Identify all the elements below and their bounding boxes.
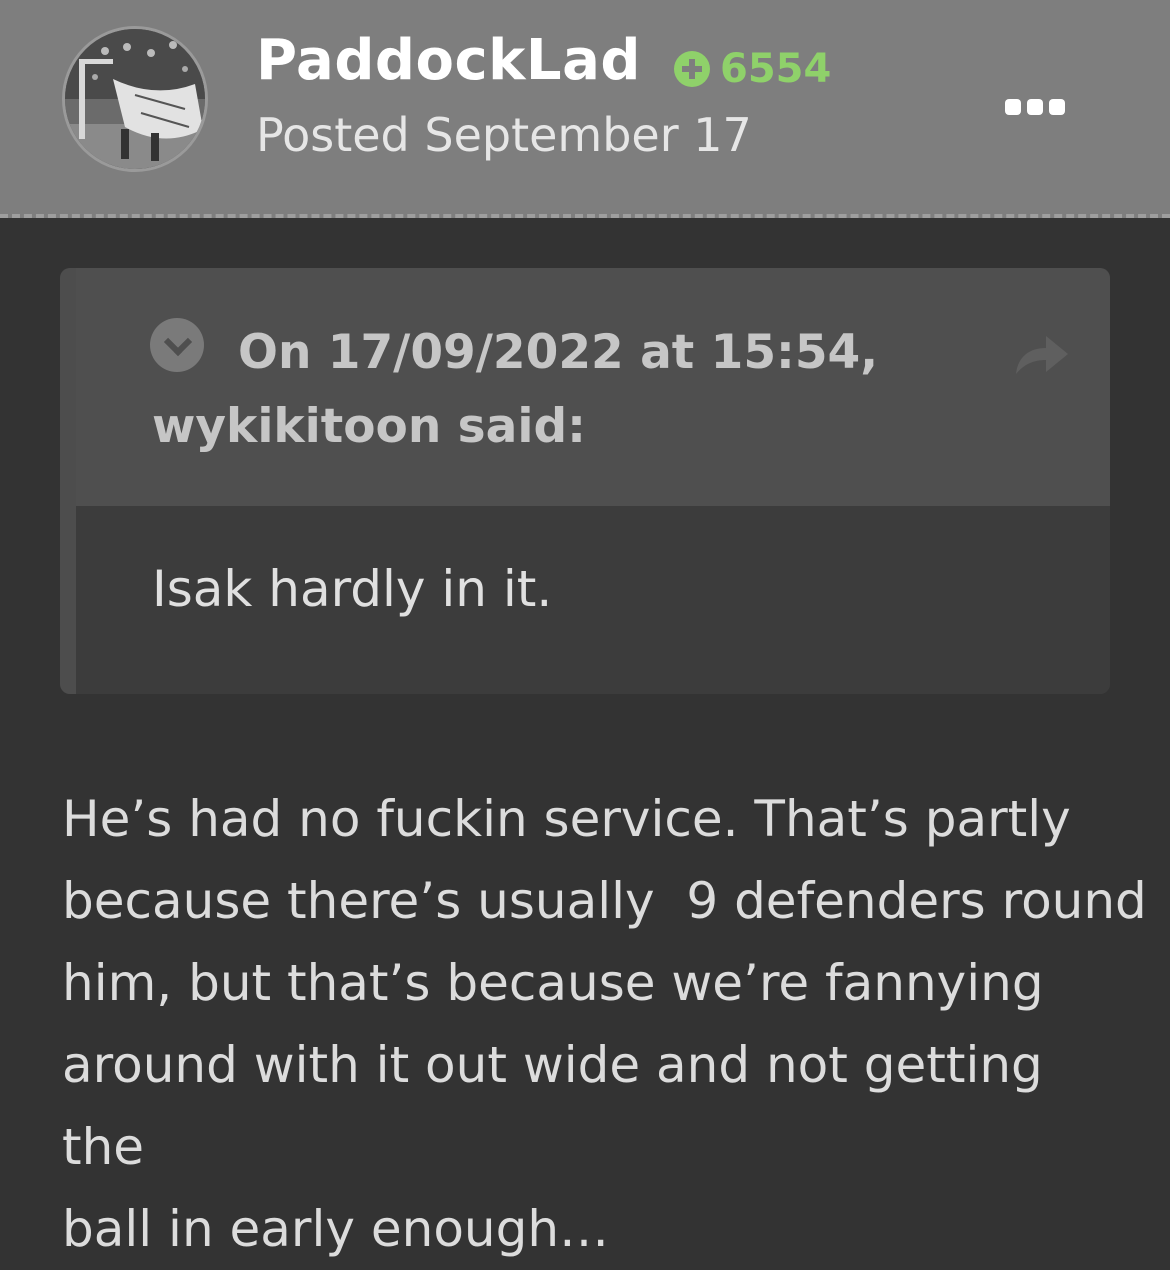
avatar-photo (65, 29, 205, 169)
reputation-count: 6554 (720, 46, 832, 92)
post-date[interactable]: Posted September 17 (256, 108, 752, 162)
quote-content: Isak hardly in it. (76, 506, 1110, 694)
ellipsis-icon-dot (1005, 99, 1021, 115)
reputation-badge[interactable]: 6554 (674, 44, 831, 94)
quote-left-bar (60, 268, 76, 694)
share-arrow-icon[interactable] (1012, 330, 1072, 380)
ellipsis-icon-dot (1049, 99, 1065, 115)
quote-citation-line1: On 17/09/2022 at 15:54, (238, 325, 879, 380)
plus-circle-icon (674, 51, 710, 87)
post-body-line: He’s had no fuckin service. That’s partl… (62, 790, 1071, 848)
ellipsis-icon-dot (1027, 99, 1043, 115)
quote-block: On 17/09/2022 at 15:54, wykikitoon said:… (60, 268, 1110, 694)
post-body-line: him, but that’s because we’re fannying (62, 954, 1044, 1012)
post-body-line: because there’s usually 9 defenders roun… (62, 872, 1147, 930)
more-options-button[interactable] (1000, 90, 1070, 124)
post-body-line: ball in early enough… (62, 1200, 610, 1258)
post-body: He’s had no fuckin service. That’s partl… (62, 778, 1147, 1270)
post-body-line: around with it out wide and not getting … (62, 1036, 1043, 1176)
quote-header: On 17/09/2022 at 15:54, wykikitoon said: (76, 268, 1110, 506)
post-header: PaddockLad 6554 Posted September 17 (0, 0, 1170, 218)
author-username[interactable]: PaddockLad (256, 28, 641, 93)
author-avatar[interactable] (62, 26, 208, 172)
quote-citation: On 17/09/2022 at 15:54, wykikitoon said: (152, 316, 912, 464)
quote-citation-line2: wykikitoon said: (152, 399, 586, 454)
quote-text: Isak hardly in it. (152, 560, 553, 618)
